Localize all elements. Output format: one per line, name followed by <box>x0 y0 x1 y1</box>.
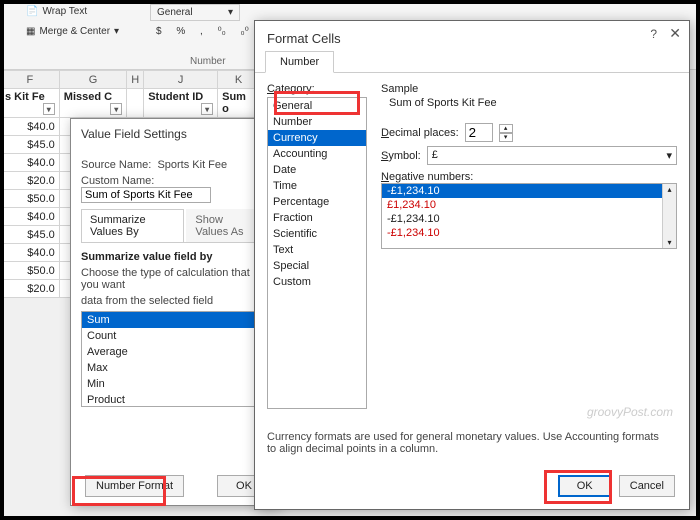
cell[interactable]: $50.0 <box>1 190 60 208</box>
list-item[interactable]: Accounting <box>268 146 366 162</box>
custom-name-label: Custom Name: <box>81 175 154 187</box>
list-item[interactable]: Time <box>268 178 366 194</box>
category-listbox[interactable]: General Number Currency Accounting Date … <box>267 97 367 409</box>
decimal-places-label: Decimal places: <box>381 127 459 139</box>
comma-icon[interactable]: , <box>194 24 209 39</box>
source-name-value: Sports Kit Fee <box>157 159 227 171</box>
negative-numbers-listbox[interactable]: ▴ ▾ -£1,234.10 £1,234.10 -£1,234.10 -£1,2… <box>381 183 677 249</box>
format-cells-dialog: Format Cells ? ✕ Number Category: Genera… <box>254 20 690 510</box>
cell[interactable]: $20.0 <box>1 172 60 190</box>
cell[interactable]: $45.0 <box>1 136 60 154</box>
sample-label: Sample <box>381 83 677 95</box>
pivot-field-studentid[interactable]: Student ID▾ <box>144 89 218 118</box>
spinner-down-icon[interactable]: ▾ <box>499 133 513 142</box>
chevron-down-icon[interactable]: ▾ <box>201 103 213 115</box>
col-header-h[interactable]: H <box>127 71 144 89</box>
wrap-text-button[interactable]: 📄 Wrap Text <box>20 4 93 19</box>
cell[interactable]: $40.0 <box>1 154 60 172</box>
list-item[interactable]: Percentage <box>268 194 366 210</box>
chevron-down-icon: ▾ <box>666 149 672 162</box>
summarize-desc2: data from the selected field <box>81 295 269 307</box>
scroll-down-icon[interactable]: ▾ <box>668 238 672 247</box>
list-item[interactable]: Average <box>82 344 268 360</box>
list-item[interactable]: Special <box>268 258 366 274</box>
negative-numbers-label: Negative numbers: <box>381 171 677 183</box>
list-item[interactable]: Product <box>82 392 268 407</box>
list-item[interactable]: Sum <box>82 312 268 328</box>
list-item[interactable]: -£1,234.10 <box>382 184 676 198</box>
increase-decimal-icon[interactable]: ⁰₀ <box>212 24 232 39</box>
merge-center-label: Merge & Center <box>39 26 110 37</box>
cell[interactable]: $40.0 <box>1 118 60 136</box>
percent-icon[interactable]: % <box>170 24 191 39</box>
decrease-decimal-icon[interactable]: ₀⁰ <box>235 24 255 39</box>
list-item[interactable]: -£1,234.10 <box>382 212 676 226</box>
pivot-field-missed[interactable]: Missed C▾ <box>59 89 126 118</box>
col-header-f[interactable]: F <box>1 71 60 89</box>
merge-center-button[interactable]: ▦ Merge & Center ▾ <box>20 24 125 39</box>
col-header-j[interactable]: J <box>144 71 218 89</box>
dialog-title: Format Cells <box>255 21 689 50</box>
list-item[interactable]: General <box>268 98 366 114</box>
symbol-label: Symbol: <box>381 150 421 162</box>
summarize-desc1: Choose the type of calculation that you … <box>81 267 269 291</box>
chevron-down-icon[interactable]: ▾ <box>110 103 122 115</box>
value-field-settings-dialog: Value Field Settings Source Name: Sports… <box>70 118 280 506</box>
col-header-g[interactable]: G <box>59 71 126 89</box>
dialog-title: Value Field Settings <box>71 119 279 149</box>
currency-icon[interactable]: $ <box>150 24 168 39</box>
cell[interactable]: $40.0 <box>1 244 60 262</box>
number-format-button[interactable]: Number Format <box>85 475 184 497</box>
function-listbox[interactable]: ▴▾ Sum Count Average Max Min Product <box>81 311 269 407</box>
list-item[interactable]: Count <box>82 328 268 344</box>
scroll-up-icon[interactable]: ▴ <box>668 185 672 194</box>
list-item[interactable]: Fraction <box>268 210 366 226</box>
watermark: groovyPost.com <box>587 405 673 419</box>
list-item[interactable]: Custom <box>268 274 366 290</box>
decimal-places-input[interactable] <box>465 123 493 142</box>
list-item[interactable]: -£1,234.10 <box>382 226 676 240</box>
pivot-field-kitfee[interactable]: s Kit Fe▾ <box>1 89 60 118</box>
list-item[interactable]: Currency <box>268 130 366 146</box>
cancel-button[interactable]: Cancel <box>619 475 675 497</box>
list-item[interactable]: Min <box>82 376 268 392</box>
cell[interactable]: $45.0 <box>1 226 60 244</box>
summarize-heading: Summarize value field by <box>81 251 212 263</box>
sample-value: Sum of Sports Kit Fee <box>381 95 677 113</box>
number-format-dropdown[interactable]: General▾ <box>150 4 240 21</box>
custom-name-input[interactable] <box>81 187 211 203</box>
list-item[interactable]: Number <box>268 114 366 130</box>
source-name-label: Source Name: <box>81 159 151 171</box>
close-icon[interactable]: ✕ <box>669 25 681 42</box>
wrap-text-label: Wrap Text <box>42 6 87 17</box>
chevron-down-icon[interactable]: ▾ <box>43 103 55 115</box>
list-item[interactable]: Scientific <box>268 226 366 242</box>
symbol-select[interactable]: £▾ <box>427 146 677 165</box>
list-item[interactable]: Date <box>268 162 366 178</box>
tab-number[interactable]: Number <box>265 51 334 73</box>
tab-summarize-values-by[interactable]: Summarize Values By <box>81 209 184 242</box>
help-icon[interactable]: ? <box>650 27 657 41</box>
list-item[interactable]: £1,234.10 <box>382 198 676 212</box>
cell[interactable]: $20.0 <box>1 280 60 298</box>
spinner-up-icon[interactable]: ▴ <box>499 124 513 133</box>
category-label: Category: <box>267 83 367 95</box>
cell[interactable]: $40.0 <box>1 208 60 226</box>
number-group-label: Number <box>190 56 226 67</box>
list-item[interactable]: Text <box>268 242 366 258</box>
cell[interactable]: $50.0 <box>1 262 60 280</box>
ok-button[interactable]: OK <box>558 475 612 497</box>
format-explain-text: Currency formats are used for general mo… <box>255 427 675 459</box>
list-item[interactable]: Max <box>82 360 268 376</box>
